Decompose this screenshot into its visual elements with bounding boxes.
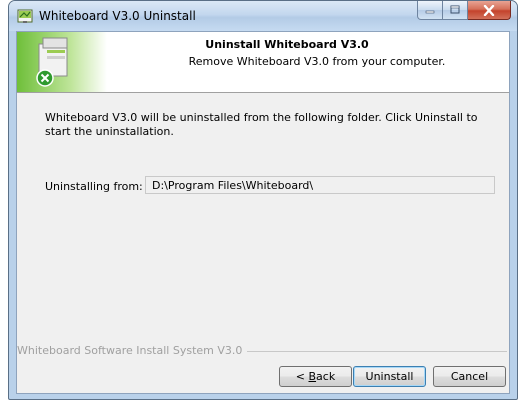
window-title: Whiteboard V3.0 Uninstall xyxy=(39,9,196,23)
header-subtitle: Remove Whiteboard V3.0 from your compute… xyxy=(188,55,446,68)
uninstall-box-icon xyxy=(17,32,107,92)
close-icon xyxy=(483,4,495,16)
uninstall-button[interactable]: Uninstall xyxy=(353,366,426,387)
minimize-icon xyxy=(425,10,435,14)
title-bar[interactable]: Whiteboard V3.0 Uninstall xyxy=(9,1,517,31)
back-button-prefix: < xyxy=(295,370,309,383)
caption-buttons xyxy=(417,1,511,21)
dialog-client-area: Uninstall Whiteboard V3.0 Remove Whitebo… xyxy=(16,31,510,394)
intro-text: Whiteboard V3.0 will be uninstalled from… xyxy=(45,111,478,138)
back-button-label: Back xyxy=(308,370,336,383)
header-title: Uninstall Whiteboard V3.0 xyxy=(205,38,369,51)
branding-divider xyxy=(247,351,507,352)
maximize-button[interactable] xyxy=(443,1,468,20)
branding-text: Whiteboard Software Install System V3.0 xyxy=(17,344,247,357)
whiteboard-app-icon xyxy=(17,9,33,23)
cancel-button[interactable]: Cancel xyxy=(433,366,506,387)
back-button[interactable]: < Back xyxy=(279,366,352,387)
uninstalling-from-label: Uninstalling from: xyxy=(45,180,143,193)
folder-path-field: D:\Program Files\Whiteboard\ xyxy=(145,176,495,194)
uninstall-window: Whiteboard V3.0 Uninstall Uninstall Whit… xyxy=(8,0,518,400)
close-button[interactable] xyxy=(468,1,511,20)
header-panel: Uninstall Whiteboard V3.0 Remove Whitebo… xyxy=(17,32,509,93)
maximize-icon xyxy=(450,5,460,14)
minimize-button[interactable] xyxy=(417,1,443,20)
